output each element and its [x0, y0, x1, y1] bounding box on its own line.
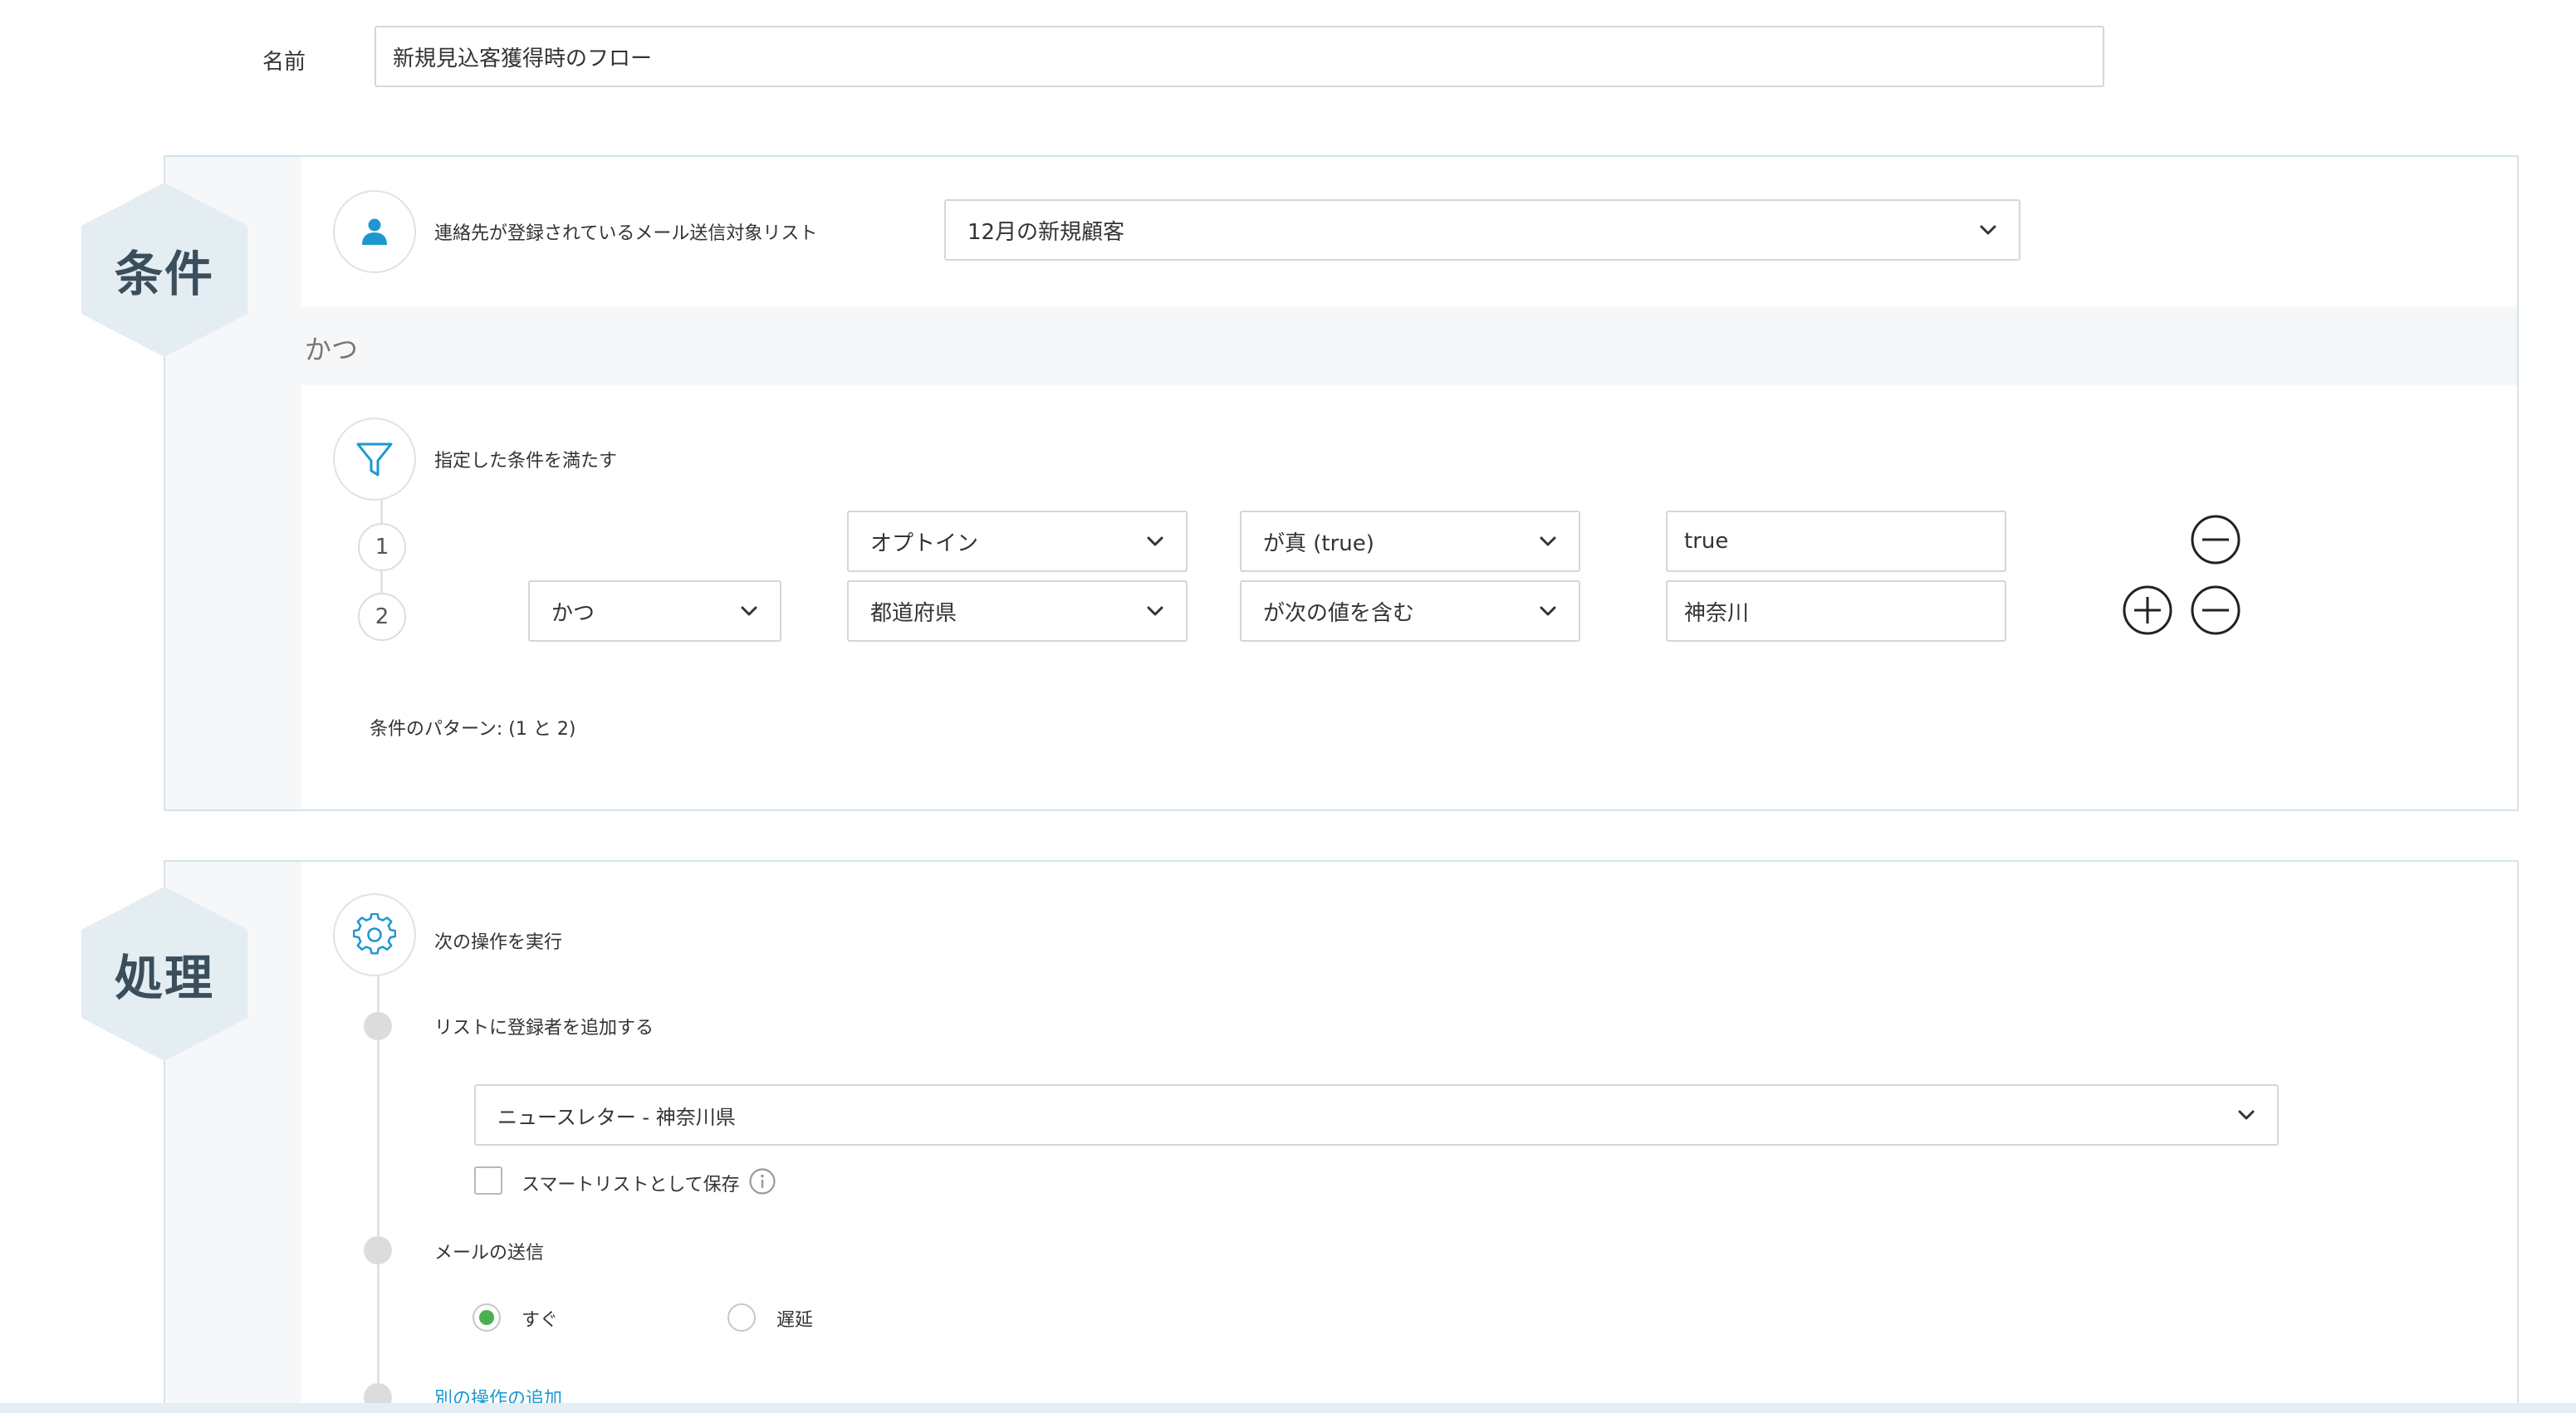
chevron-down-icon — [2238, 1110, 2255, 1120]
name-label: 名前 — [262, 50, 306, 75]
smart-list-label: スマートリストとして保存 — [522, 1175, 740, 1195]
condition-1-operator-select[interactable]: が真 (true) — [1240, 511, 1580, 572]
contact-list-select[interactable]: 12月の新規顧客 — [944, 199, 2020, 261]
name-input[interactable] — [375, 26, 2104, 87]
timing-delayed-radio[interactable] — [727, 1303, 756, 1332]
chevron-down-icon — [1540, 536, 1556, 546]
timeline-dot-add-to-list — [364, 1012, 392, 1040]
actions-hexagon: 処理 — [81, 887, 247, 1061]
target-list-value: ニュースレター - 神奈川県 — [497, 1105, 736, 1129]
condition-2-field-value: 都道府県 — [870, 600, 957, 626]
gear-icon — [353, 913, 396, 955]
condition-pattern-text: 条件のパターン: (1 と 2) — [370, 719, 576, 740]
chevron-down-icon — [741, 606, 757, 616]
timing-immediate-radio[interactable] — [473, 1303, 501, 1332]
conditions-title: 条件 — [114, 246, 214, 302]
filter-step-circle — [333, 418, 416, 501]
run-actions-label: 次の操作を実行 — [434, 932, 563, 953]
condition-2-value-input[interactable] — [1666, 580, 2006, 642]
add-to-list-label: リストに登録者を追加する — [434, 1018, 654, 1039]
condition-number-1: 1 — [358, 523, 406, 571]
and-band-label: かつ — [305, 334, 359, 365]
contact-list-label: 連絡先が登録されているメール送信対象リスト — [434, 223, 818, 244]
bottom-bar — [0, 1403, 2576, 1413]
filter-label: 指定した条件を満たす — [434, 451, 618, 472]
actions-step-circle — [333, 893, 416, 976]
target-list-select[interactable]: ニュースレター - 神奈川県 — [474, 1084, 2279, 1146]
add-condition-button[interactable] — [2122, 584, 2173, 636]
contact-step-circle — [333, 190, 416, 273]
smart-list-checkbox[interactable] — [474, 1166, 502, 1195]
chevron-down-icon — [1147, 606, 1163, 616]
chevron-down-icon — [1540, 606, 1556, 616]
condition-2-operator-value: が次の値を含む — [1263, 600, 1415, 626]
remove-condition-2-button[interactable] — [2190, 584, 2241, 636]
actions-title: 処理 — [114, 950, 214, 1006]
condition-number-2: 2 — [358, 593, 406, 641]
condition-2-connector-select[interactable]: かつ — [528, 580, 781, 642]
person-icon — [362, 218, 387, 245]
chevron-down-icon — [1147, 536, 1163, 546]
condition-1-operator-value: が真 (true) — [1263, 530, 1374, 556]
timing-delayed-label: 遅延 — [776, 1310, 814, 1331]
condition-2-connector-value: かつ — [551, 600, 595, 626]
send-email-label: メールの送信 — [434, 1243, 545, 1264]
conditions-hexagon: 条件 — [81, 183, 247, 357]
and-band — [301, 307, 2517, 385]
chevron-down-icon — [1980, 225, 1996, 235]
timing-immediate-label: すぐ — [522, 1310, 559, 1331]
contact-list-value: 12月の新規顧客 — [967, 219, 1125, 245]
timeline-dot-send-email — [364, 1236, 392, 1264]
remove-condition-1-button[interactable] — [2190, 514, 2241, 565]
condition-2-operator-select[interactable]: が次の値を含む — [1240, 580, 1580, 642]
condition-1-value-input[interactable] — [1666, 511, 2006, 572]
info-icon[interactable] — [748, 1167, 776, 1195]
filter-icon — [356, 442, 393, 477]
condition-2-field-select[interactable]: 都道府県 — [847, 580, 1188, 642]
condition-1-field-select[interactable]: オプトイン — [847, 511, 1188, 572]
condition-1-field-value: オプトイン — [870, 530, 979, 556]
